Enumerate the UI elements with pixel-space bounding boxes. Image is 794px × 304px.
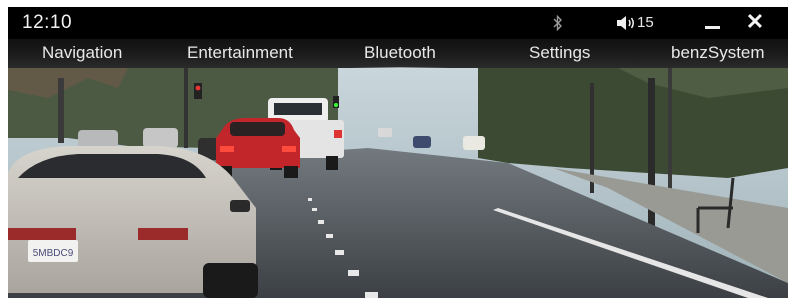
volume-level: 15 (637, 14, 654, 31)
top-nav-bar: Navigation Entertainment Bluetooth Setti… (8, 39, 788, 69)
tab-bluetooth[interactable]: Bluetooth (350, 43, 450, 69)
minimize-icon[interactable] (702, 12, 724, 34)
license-plate-text: 5MBDC9 (33, 248, 74, 259)
tab-entertainment[interactable]: Entertainment (187, 43, 293, 63)
clock: 12:10 (22, 12, 73, 33)
tab-settings[interactable]: Settings (529, 43, 590, 63)
volume-icon[interactable] (616, 15, 636, 31)
close-icon[interactable]: ✕ (744, 10, 766, 34)
tab-benzsystem[interactable]: benzSystem (671, 43, 765, 63)
camera-view: 5MBDC9 (8, 68, 788, 298)
street-scene: 5MBDC9 (8, 68, 788, 298)
tab-navigation[interactable]: Navigation (42, 43, 122, 63)
head-unit-screen: 12:10 15 ✕ Navigation Entertainment Blue… (8, 7, 788, 298)
status-bar: 12:10 15 ✕ (8, 7, 788, 39)
bluetooth-icon (553, 14, 562, 32)
